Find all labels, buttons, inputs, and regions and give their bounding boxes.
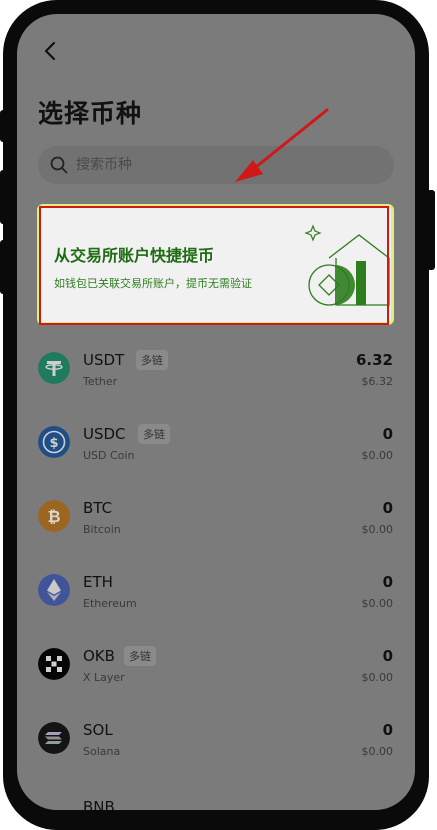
coin-full-name: Tether <box>83 375 118 388</box>
coin-symbol: OKB <box>83 647 115 665</box>
coin-symbol: USDT <box>83 351 125 369</box>
coin-usd-value: $0.00 <box>361 597 394 610</box>
coin-balance: 0 <box>382 647 393 665</box>
banner-subtitle: 如钱包已关联交易所账户，提币无需验证 <box>54 277 252 290</box>
coin-balance: 0 <box>382 573 393 591</box>
solana-icon <box>38 722 70 754</box>
coin-row-sol[interactable]: SOL Solana 0 $0.00 <box>17 712 415 772</box>
multichain-badge: 多链 <box>124 646 156 666</box>
coin-symbol: BTC <box>83 499 113 517</box>
coin-balance: 0 <box>382 721 393 739</box>
multichain-badge: 多链 <box>136 350 168 370</box>
tether-icon <box>38 352 70 384</box>
coin-full-name: USD Coin <box>83 449 135 462</box>
coin-usd-value: $6.32 <box>361 375 394 388</box>
coin-row-okb[interactable]: OKB 多链 X Layer 0 $0.00 <box>17 638 415 698</box>
coin-full-name: Ethereum <box>83 597 137 610</box>
coin-usd-value: $0.00 <box>361 523 394 536</box>
banner-title: 从交易所账户快捷提币 <box>54 246 215 265</box>
phone-side-button <box>0 170 8 224</box>
usdc-icon: $ <box>38 426 70 458</box>
coin-symbol: ETH <box>83 573 113 591</box>
svg-text:₿: ₿ <box>47 507 60 526</box>
exchange-building-illustration-icon <box>304 224 390 306</box>
coin-symbol: SOL <box>83 721 113 739</box>
coin-symbol: USDC <box>83 425 126 443</box>
coin-row-usdc[interactable]: $ USDC 多链 USD Coin 0 $0.00 <box>17 416 415 476</box>
bitcoin-icon: ₿ <box>38 500 70 532</box>
coin-usd-value: $0.00 <box>361 671 394 684</box>
coin-usd-value: $0.00 <box>361 449 394 462</box>
exchange-withdraw-banner[interactable]: 从交易所账户快捷提币 如钱包已关联交易所账户，提币无需验证 <box>37 204 394 325</box>
coin-row-eth[interactable]: ETH Ethereum 0 $0.00 <box>17 564 415 624</box>
screen: 选择币种 从交易所账户快捷提币 如钱包已关联交易所账户，提币无需验证 <box>17 14 415 810</box>
coin-usd-value: $0.00 <box>361 745 394 758</box>
coin-full-name: X Layer <box>83 671 125 684</box>
phone-side-button <box>0 240 8 294</box>
phone-side-button <box>0 110 8 142</box>
coin-balance: 6.32 <box>355 351 393 369</box>
coin-full-name: Solana <box>83 745 121 758</box>
svg-text:$: $ <box>49 436 58 451</box>
coin-balance: 0 <box>382 425 393 443</box>
multichain-badge: 多链 <box>138 424 170 444</box>
coin-row-usdt[interactable]: USDT 多链 Tether 6.32 $6.32 <box>17 342 415 402</box>
ethereum-icon <box>38 574 70 606</box>
okb-icon <box>38 648 70 680</box>
coin-row-btc[interactable]: ₿ BTC Bitcoin 0 $0.00 <box>17 490 415 550</box>
coin-full-name: Bitcoin <box>83 523 121 536</box>
annotation-arrow-icon <box>235 108 329 182</box>
phone-side-button <box>427 190 435 270</box>
coin-row-partial[interactable]: BNB <box>83 798 115 810</box>
coin-balance: 0 <box>382 499 393 517</box>
